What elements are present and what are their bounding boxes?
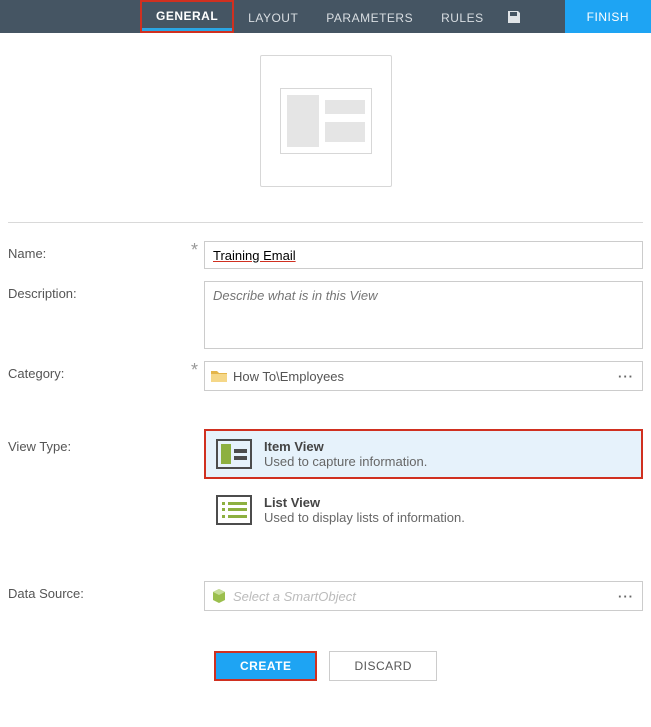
tab-parameters[interactable]: PARAMETERS <box>312 2 427 33</box>
finish-button[interactable]: FINISH <box>565 0 651 33</box>
item-view-desc: Used to capture information. <box>264 454 427 469</box>
item-view-title: Item View <box>264 439 427 454</box>
discard-button[interactable]: DISCARD <box>329 651 437 681</box>
tab-general-highlight: GENERAL <box>140 0 234 33</box>
name-input[interactable] <box>204 241 643 269</box>
general-form: Name: * Description: Category: * How To\… <box>0 223 651 681</box>
category-browse-button[interactable]: ··· <box>614 369 638 384</box>
folder-icon <box>211 368 227 384</box>
tab-rules[interactable]: RULES <box>427 2 498 33</box>
tab-layout[interactable]: LAYOUT <box>234 2 312 33</box>
view-thumbnail <box>0 33 651 222</box>
required-icon: * <box>186 361 204 391</box>
smartobject-icon <box>211 588 227 604</box>
top-tab-bar: GENERAL LAYOUT PARAMETERS RULES FINISH <box>0 0 651 33</box>
category-value: How To\Employees <box>233 369 608 384</box>
datasource-label: Data Source: <box>8 581 186 611</box>
datasource-browse-button[interactable]: ··· <box>614 589 638 604</box>
save-button[interactable] <box>498 0 530 33</box>
description-input[interactable] <box>204 281 643 349</box>
name-label: Name: <box>8 241 186 269</box>
view-type-list[interactable]: List View Used to display lists of infor… <box>204 485 643 535</box>
create-button[interactable]: CREATE <box>214 651 317 681</box>
category-picker[interactable]: How To\Employees ··· <box>204 361 643 391</box>
save-icon <box>506 9 522 25</box>
view-type-item[interactable]: Item View Used to capture information. <box>204 429 643 479</box>
datasource-picker[interactable]: Select a SmartObject ··· <box>204 581 643 611</box>
required-icon: * <box>186 241 204 269</box>
list-view-desc: Used to display lists of information. <box>264 510 465 525</box>
item-view-icon <box>216 439 252 469</box>
list-view-icon <box>216 495 252 525</box>
description-label: Description: <box>8 281 186 349</box>
viewtype-label: View Type: <box>8 429 186 541</box>
tab-general[interactable]: GENERAL <box>142 4 232 31</box>
list-view-title: List View <box>264 495 465 510</box>
datasource-placeholder: Select a SmartObject <box>233 589 608 604</box>
category-label: Category: <box>8 361 186 391</box>
